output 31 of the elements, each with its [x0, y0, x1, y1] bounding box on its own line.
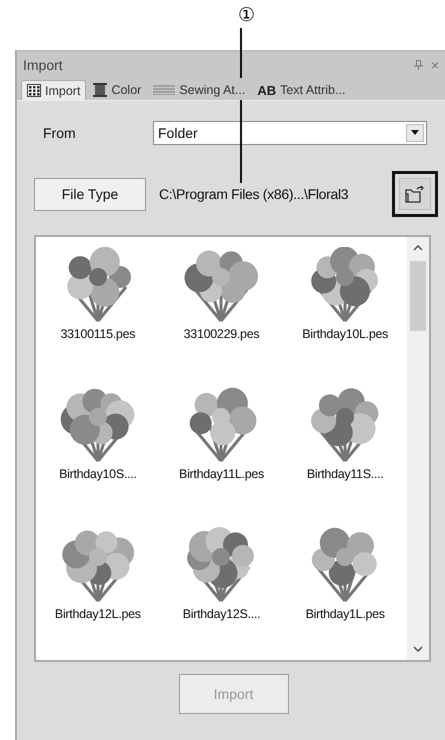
file-name: Birthday11S.... — [306, 467, 384, 481]
tab[interactable]: Import — [21, 80, 86, 100]
file-name: 33100229.pes — [184, 327, 260, 341]
file-name: Birthday12S.... — [182, 607, 260, 621]
stitch-icon — [153, 84, 176, 96]
folder-path: C:\Program Files (x86)...\Floral3 — [159, 186, 348, 202]
tab[interactable]: AB Text Attrib... — [252, 80, 350, 100]
scroll-down-icon[interactable] — [413, 646, 423, 652]
from-label: From — [42, 125, 77, 141]
spool-icon — [93, 83, 108, 97]
file-name: 33100115.pes — [60, 327, 136, 341]
caret-icon — [410, 130, 420, 136]
browse-folder-button[interactable] — [399, 178, 431, 210]
tab[interactable]: Color — [88, 80, 146, 100]
file-type-button[interactable]: File Type — [34, 178, 146, 210]
file-name: Birthday10S.... — [59, 467, 137, 481]
scroll-thumb[interactable] — [410, 261, 426, 331]
folder-icon — [405, 185, 425, 203]
tab[interactable]: Sewing At... — [148, 80, 250, 100]
from-dropdown[interactable]: Folder — [153, 121, 427, 145]
file-name: Birthday10L.pes — [302, 327, 388, 341]
grid-icon — [27, 84, 41, 97]
scroll-up-icon[interactable] — [413, 245, 423, 251]
text-icon: AB — [257, 82, 276, 98]
file-name: Birthday11L.pes — [179, 467, 264, 481]
scrollbar[interactable] — [407, 237, 429, 660]
pin-icon[interactable] — [414, 60, 423, 70]
callout-number: ① — [238, 4, 255, 28]
file-name: Birthday12L.pes — [54, 607, 141, 621]
panel-title: Import — [23, 57, 64, 73]
file-name: Birthday1L.pes — [306, 607, 385, 621]
